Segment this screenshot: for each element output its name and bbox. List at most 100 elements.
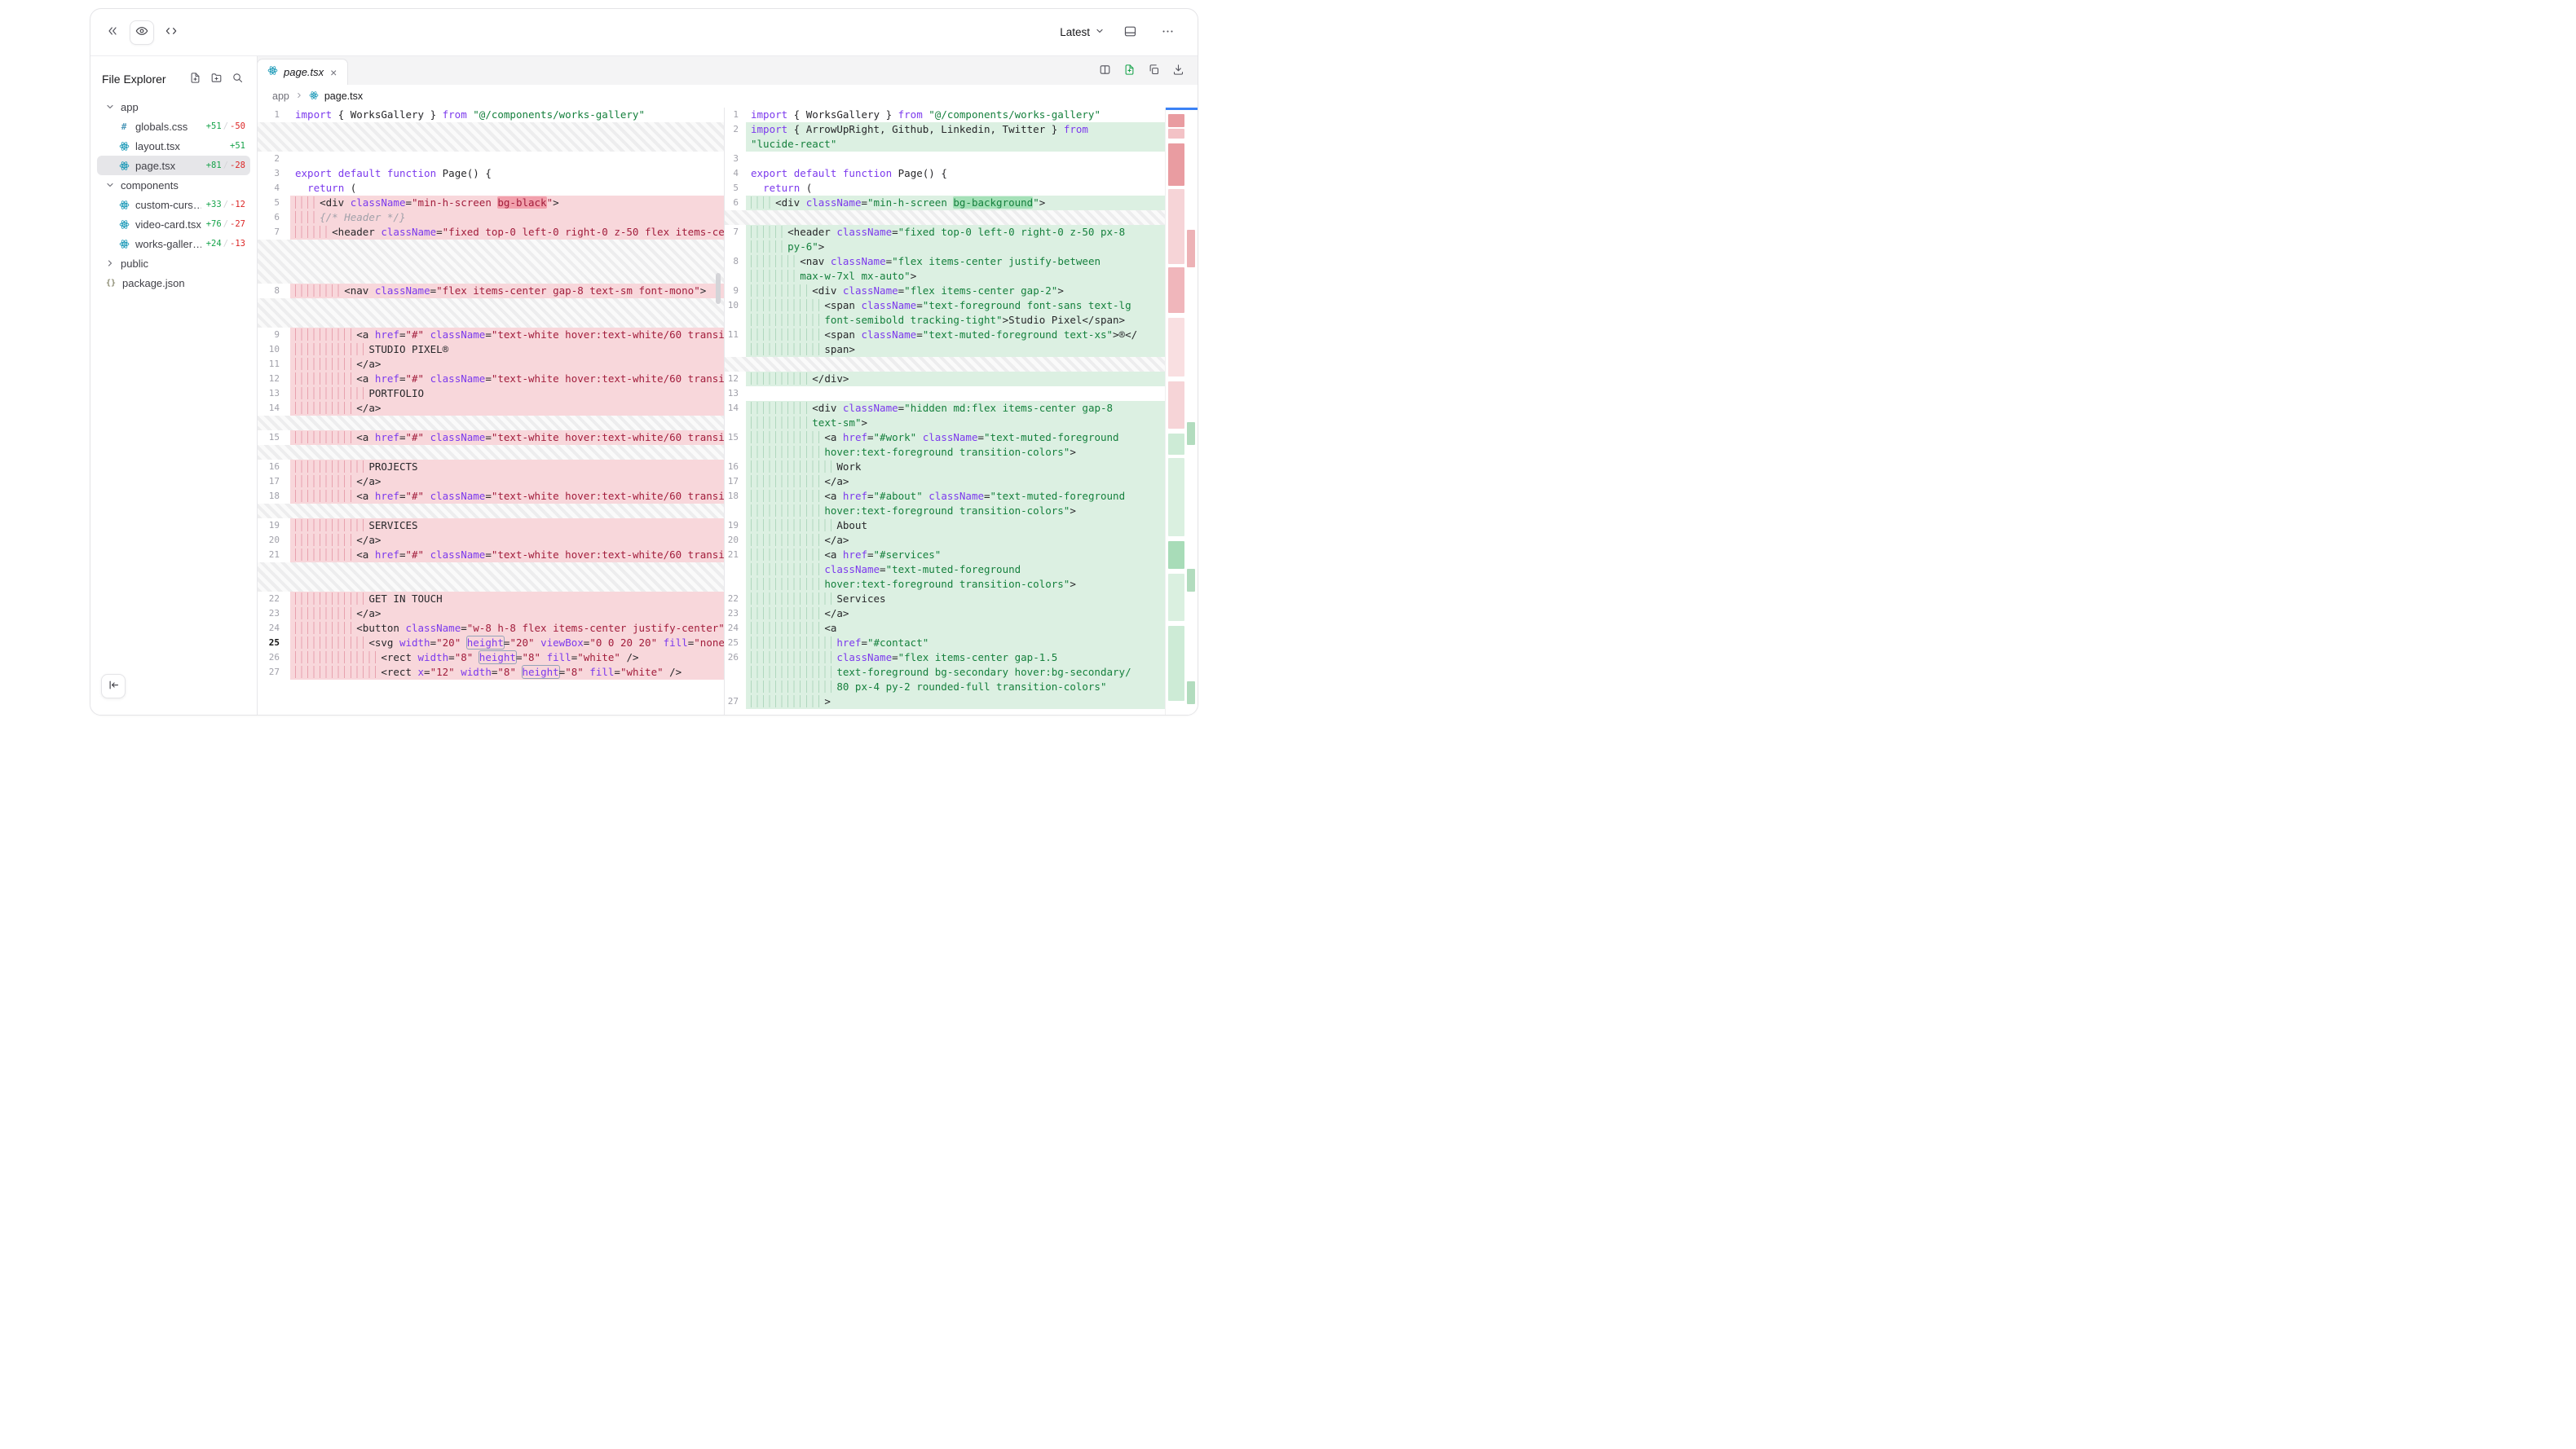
code-text[interactable]: <div className="min-h-screen bg-black"> <box>290 196 724 210</box>
code-line-26[interactable]: 26 className="flex items-center gap-1.5 … <box>725 650 1165 694</box>
code-line-1[interactable]: 1import { WorksGallery } from "@/compone… <box>725 108 1165 122</box>
code-text[interactable]: <span className="text-muted-foreground t… <box>746 328 1165 357</box>
code-text[interactable]: <a href="#services" className="text-mute… <box>746 548 1165 592</box>
tree-item-custom-curs-[interactable]: custom-curs…+33/-12 <box>97 195 250 214</box>
tree-item-components[interactable]: components <box>97 175 250 195</box>
code-line-11[interactable]: 11 </a> <box>258 357 724 372</box>
code-text[interactable]: SERVICES <box>290 518 724 533</box>
code-line-25[interactable]: 25 href="#contact" <box>725 636 1165 650</box>
code-line-10[interactable]: 10 <span className="text-foreground font… <box>725 298 1165 328</box>
code-text[interactable]: PROJECTS <box>290 460 724 474</box>
code-line-13[interactable]: 13 <box>725 386 1165 401</box>
code-text[interactable]: <a href="#" className="text-white hover:… <box>290 489 724 504</box>
code-line-17[interactable]: 17 </a> <box>258 474 724 489</box>
code-line-23[interactable]: 23 </a> <box>725 606 1165 621</box>
code-line-12[interactable]: 12 <a href="#" className="text-white hov… <box>258 372 724 386</box>
code-line-8[interactable]: 8 <nav className="flex items-center gap-… <box>258 284 724 298</box>
code-line-22[interactable]: 22 GET IN TOUCH <box>258 592 724 606</box>
code-line-13[interactable]: 13 PORTFOLIO <box>258 386 724 401</box>
code-text[interactable]: {/* Header */} <box>290 210 724 225</box>
diff-view-button[interactable] <box>1119 61 1139 81</box>
code-text[interactable]: import { WorksGallery } from "@/componen… <box>746 108 1165 122</box>
code-line-4[interactable]: 4 return ( <box>258 181 724 196</box>
tree-item-public[interactable]: public <box>97 253 250 273</box>
code-line-22[interactable]: 22 Services <box>725 592 1165 606</box>
code-line-5[interactable]: 5 return ( <box>725 181 1165 196</box>
breadcrumb-file[interactable]: page.tsx <box>324 90 363 102</box>
scrollbar-thumb[interactable] <box>716 273 721 304</box>
code-text[interactable]: return ( <box>746 181 1165 196</box>
search-button[interactable] <box>227 69 247 89</box>
code-text[interactable]: STUDIO PIXEL® <box>290 342 724 357</box>
code-line-18[interactable]: 18 <a href="#about" className="text-mute… <box>725 489 1165 518</box>
code-text[interactable]: </a> <box>746 533 1165 548</box>
code-text[interactable]: <a href="#" className="text-white hover:… <box>290 430 724 445</box>
code-line-21[interactable]: 21 <a href="#services" className="text-m… <box>725 548 1165 592</box>
code-text[interactable]: <a href="#work" className="text-muted-fo… <box>746 430 1165 460</box>
code-line-21[interactable]: 21 <a href="#" className="text-white hov… <box>258 548 724 562</box>
code-line-14[interactable]: 14 <div className="hidden md:flex items-… <box>725 401 1165 430</box>
code-line-7[interactable]: 7 <header className="fixed top-0 left-0 … <box>258 225 724 240</box>
code-text[interactable]: export default function Page() { <box>290 166 724 181</box>
close-tab-icon[interactable]: × <box>329 67 337 78</box>
code-line-10[interactable]: 10 STUDIO PIXEL® <box>258 342 724 357</box>
code-line-8[interactable]: 8 <nav className="flex items-center just… <box>725 254 1165 284</box>
code-line-6[interactable]: 6 <div className="min-h-screen bg-backgr… <box>725 196 1165 210</box>
new-folder-button[interactable] <box>206 69 226 89</box>
tree-item-page.tsx[interactable]: page.tsx+81/-28 <box>97 156 250 175</box>
breadcrumb-root[interactable]: app <box>272 90 289 102</box>
code-text[interactable]: export default function Page() { <box>746 166 1165 181</box>
code-text[interactable]: </a> <box>290 401 724 416</box>
code-text[interactable]: About <box>746 518 1165 533</box>
code-text[interactable]: PORTFOLIO <box>290 386 724 401</box>
code-text[interactable]: Services <box>746 592 1165 606</box>
split-view-button[interactable] <box>1095 61 1114 81</box>
code-line-1[interactable]: 1import { WorksGallery } from "@/compone… <box>258 108 724 122</box>
code-line-20[interactable]: 20 </a> <box>258 533 724 548</box>
copy-button[interactable] <box>1144 61 1163 81</box>
code-text[interactable]: <a href="#" className="text-white hover:… <box>290 548 724 562</box>
minimap[interactable] <box>1165 108 1198 715</box>
code-text[interactable]: </div> <box>746 372 1165 386</box>
code-text[interactable]: > <box>746 694 1165 709</box>
code-line-19[interactable]: 19 About <box>725 518 1165 533</box>
code-line-17[interactable]: 17 </a> <box>725 474 1165 489</box>
diff-pane-old[interactable]: 1import { WorksGallery } from "@/compone… <box>258 108 725 715</box>
code-text[interactable]: <a href="#" className="text-white hover:… <box>290 328 724 342</box>
code-text[interactable]: </a> <box>290 606 724 621</box>
code-text[interactable]: </a> <box>746 606 1165 621</box>
tree-item-works-galler-[interactable]: works-galler…+24/-13 <box>97 234 250 253</box>
collapse-panel-button[interactable] <box>100 20 125 45</box>
code-text[interactable]: <a <box>746 621 1165 636</box>
code-text[interactable]: <div className="hidden md:flex items-cen… <box>746 401 1165 430</box>
code-text[interactable] <box>746 386 1165 401</box>
code-text[interactable]: Work <box>746 460 1165 474</box>
code-text[interactable]: <nav className="flex items-center gap-8 … <box>290 284 724 298</box>
code-text[interactable]: <span className="text-foreground font-sa… <box>746 298 1165 328</box>
code-text[interactable] <box>290 152 724 166</box>
diff-pane-new[interactable]: 1import { WorksGallery } from "@/compone… <box>725 108 1165 715</box>
code-line-15[interactable]: 15 <a href="#work" className="text-muted… <box>725 430 1165 460</box>
download-button[interactable] <box>1168 61 1188 81</box>
tab-page-tsx[interactable]: page.tsx × <box>257 59 348 85</box>
tree-item-package.json[interactable]: {}package.json <box>97 273 250 293</box>
code-text[interactable]: <a href="#" className="text-white hover:… <box>290 372 724 386</box>
tree-item-layout.tsx[interactable]: layout.tsx+51 <box>97 136 250 156</box>
new-file-button[interactable] <box>185 69 205 89</box>
code-text[interactable]: <div className="flex items-center gap-2"… <box>746 284 1165 298</box>
code-line-5[interactable]: 5 <div className="min-h-screen bg-black"… <box>258 196 724 210</box>
more-menu-button[interactable] <box>1155 20 1180 45</box>
code-line-15[interactable]: 15 <a href="#" className="text-white hov… <box>258 430 724 445</box>
code-text[interactable]: return ( <box>290 181 724 196</box>
version-dropdown[interactable]: Latest <box>1060 26 1105 38</box>
code-line-23[interactable]: 23 </a> <box>258 606 724 621</box>
code-text[interactable]: import { ArrowUpRight, Github, Linkedin,… <box>746 122 1165 152</box>
code-text[interactable]: <header className="fixed top-0 left-0 ri… <box>746 225 1165 254</box>
code-line-26[interactable]: 26 <rect width="8" height="8" fill="whit… <box>258 650 724 665</box>
collapse-sidebar-button[interactable] <box>101 674 126 698</box>
code-text[interactable]: <nav className="flex items-center justif… <box>746 254 1165 284</box>
code-text[interactable]: <svg width="20" height="20" viewBox="0 0… <box>290 636 724 650</box>
code-text[interactable] <box>746 152 1165 166</box>
code-line-24[interactable]: 24 <button className="w-8 h-8 flex items… <box>258 621 724 636</box>
code-line-27[interactable]: 27 <rect x="12" width="8" height="8" fil… <box>258 665 724 680</box>
